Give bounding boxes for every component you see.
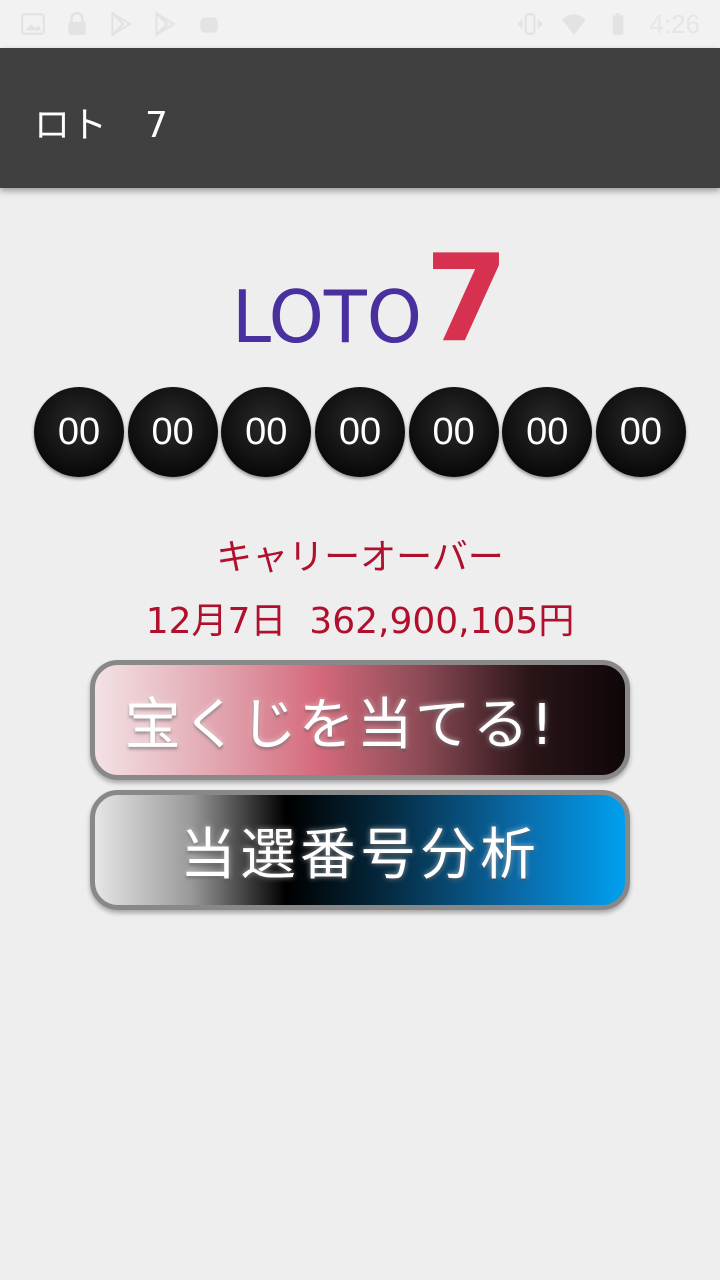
number-ball: 00: [314, 387, 405, 477]
android-icon: [200, 17, 218, 33]
wifi-icon: [562, 14, 587, 35]
loto7-logo: LOTO 7: [232, 232, 509, 362]
number-ball: 00: [502, 387, 593, 477]
vibrate-icon: [518, 13, 543, 35]
number-ball: 00: [595, 387, 686, 477]
play-store-icon: [155, 11, 176, 37]
number-balls: 00 00 00 00 00 00 00: [34, 387, 686, 477]
carryover-info: 12月7日 362,900,105円: [145, 601, 575, 642]
image-icon: [21, 13, 45, 35]
status-bar: 4:26: [0, 0, 720, 48]
carryover-label: キャリーオーバー: [216, 537, 504, 578]
battery-icon: [612, 13, 624, 35]
logo-text: LOTO: [232, 275, 422, 359]
number-analysis-button[interactable]: 当選番号分析: [90, 790, 630, 910]
number-ball: 00: [221, 387, 312, 477]
app-bar: ロト 7: [0, 48, 720, 188]
logo-number: 7: [425, 232, 509, 362]
play-store-icon: [111, 11, 132, 37]
number-ball: 00: [408, 387, 499, 477]
win-lottery-button-label: 宝くじを当てる!: [124, 692, 556, 758]
status-right-icons: 4:26: [517, 9, 700, 40]
number-ball: 00: [34, 387, 124, 477]
status-left-icons: [20, 11, 222, 37]
lock-icon: [68, 11, 86, 35]
number-analysis-button-label: 当選番号分析: [180, 822, 540, 888]
status-time: 4:26: [649, 8, 700, 39]
app-title: ロト 7: [34, 105, 169, 146]
number-ball: 00: [127, 387, 218, 477]
win-lottery-button[interactable]: 宝くじを当てる!: [90, 660, 630, 780]
